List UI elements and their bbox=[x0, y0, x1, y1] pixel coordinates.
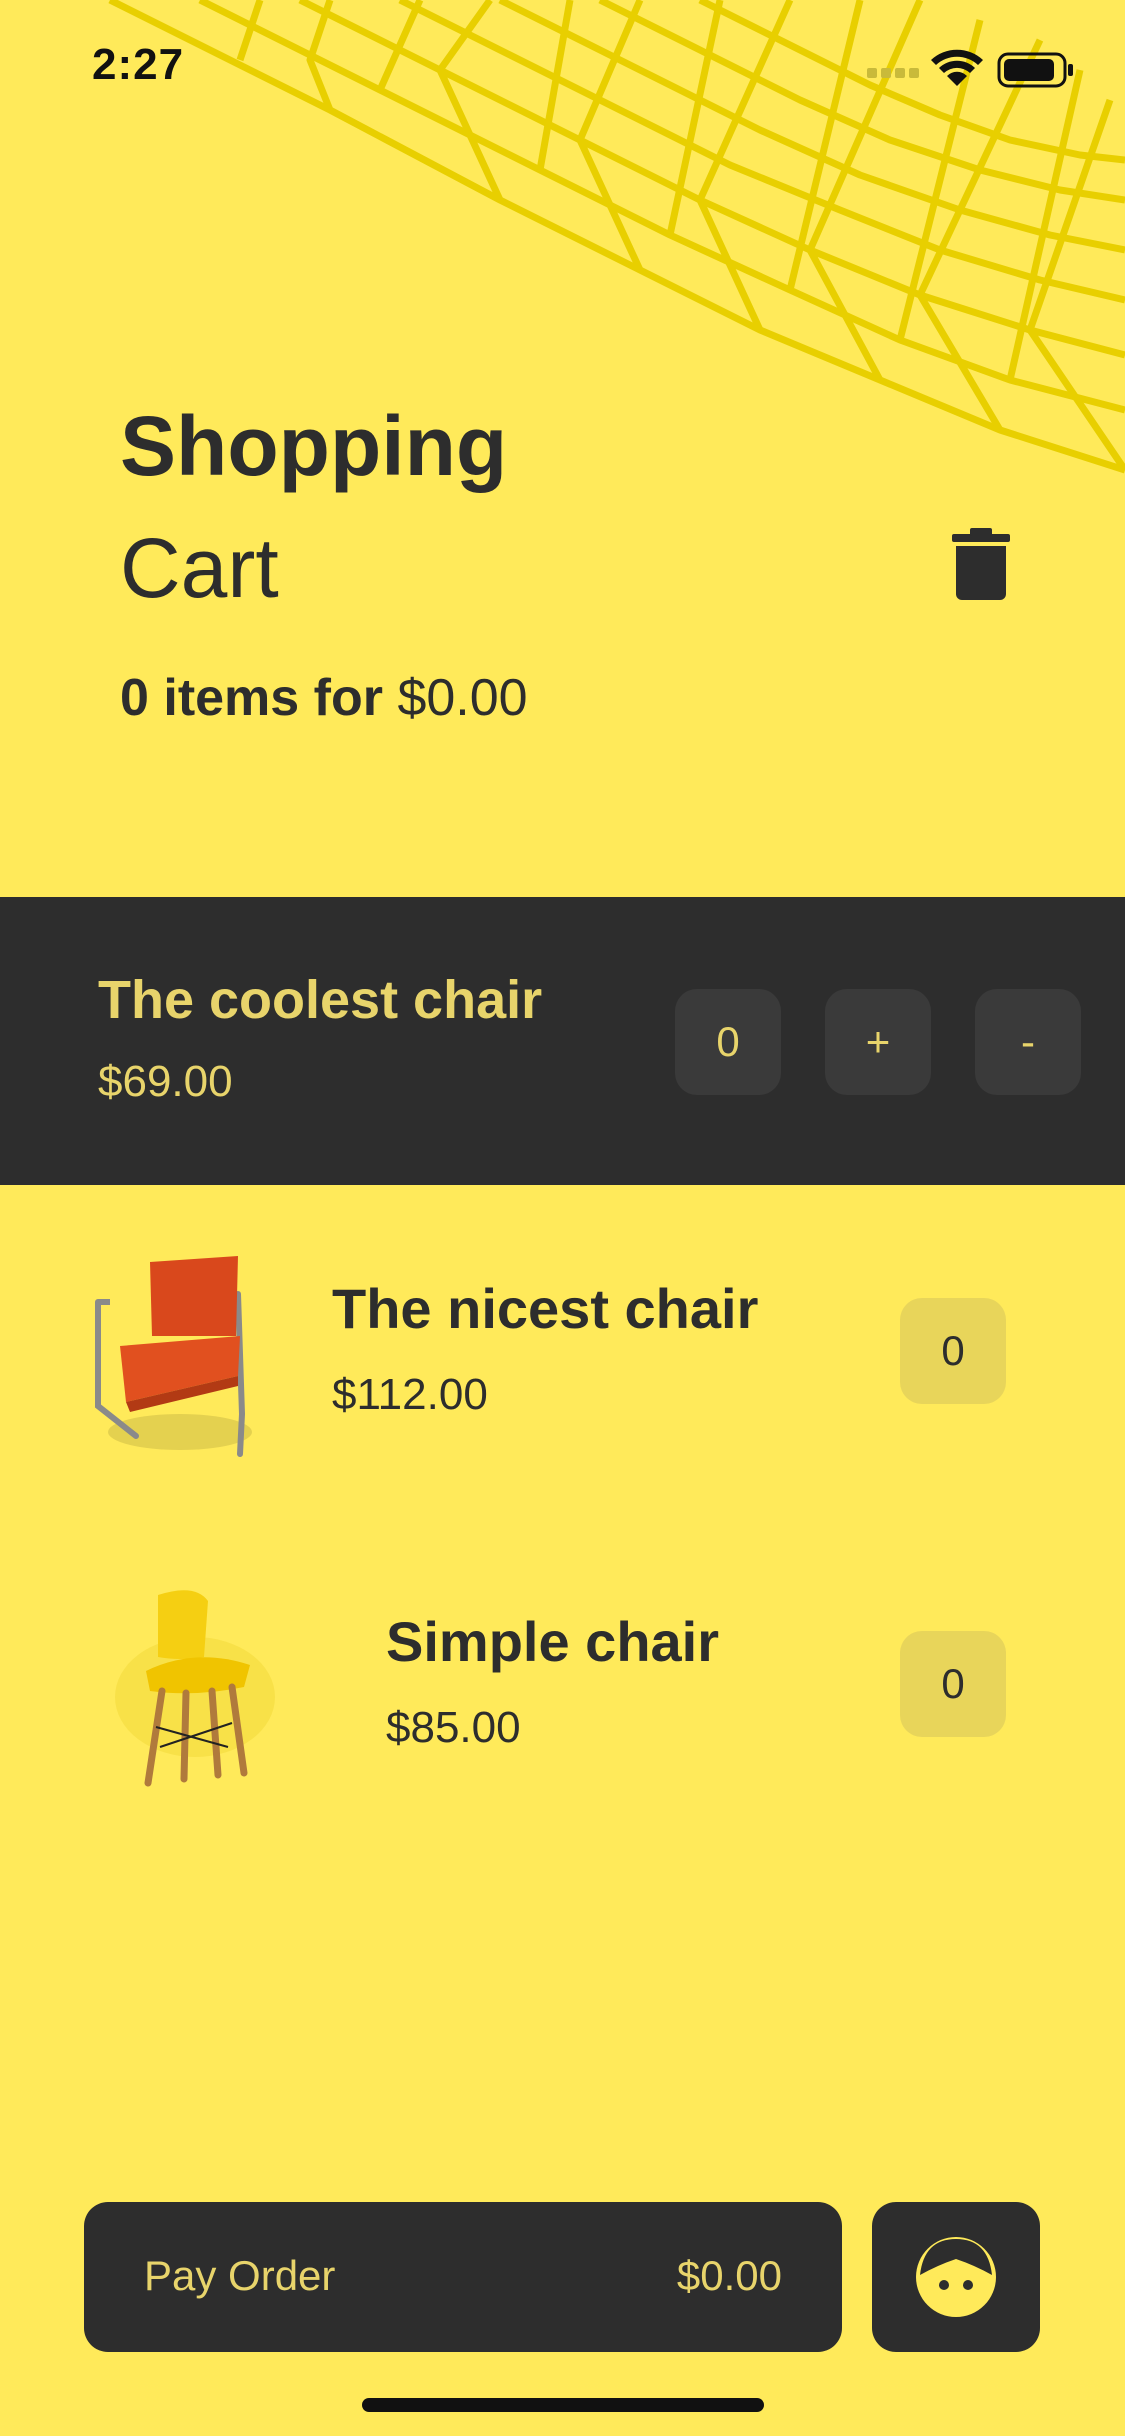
page-title-shopping: Shopping bbox=[120, 399, 508, 493]
decrement-button[interactable]: - bbox=[975, 989, 1081, 1095]
increment-button[interactable]: + bbox=[825, 989, 931, 1095]
profile-button[interactable] bbox=[872, 2202, 1040, 2352]
trash-icon[interactable] bbox=[952, 528, 1010, 600]
item-name: The coolest chair bbox=[98, 970, 543, 1030]
status-time: 2:27 bbox=[92, 40, 185, 89]
yellow-chair-image bbox=[115, 1590, 275, 1787]
battery-icon bbox=[997, 52, 1073, 88]
list-item[interactable]: The nicest chair $112.00 0 bbox=[0, 1220, 1125, 1480]
quantity-display: 0 bbox=[675, 989, 781, 1095]
item-price: $69.00 bbox=[98, 1057, 233, 1106]
list-item[interactable]: Simple chair $85.00 0 bbox=[0, 1553, 1125, 1813]
item-name: Simple chair bbox=[386, 1610, 720, 1673]
home-indicator bbox=[362, 2398, 764, 2412]
item-price: $85.00 bbox=[386, 1703, 521, 1752]
page-title-cart: Cart bbox=[120, 521, 279, 615]
quantity-badge[interactable]: 0 bbox=[900, 1631, 1006, 1737]
avatar-icon bbox=[916, 2237, 996, 2317]
item-price: $112.00 bbox=[332, 1370, 488, 1419]
wifi-icon bbox=[931, 49, 983, 86]
item-name: The nicest chair bbox=[332, 1277, 759, 1340]
cart-summary: 0 items for $0.00 bbox=[120, 668, 528, 728]
quantity-badge[interactable]: 0 bbox=[900, 1298, 1006, 1404]
status-icons bbox=[867, 49, 1073, 88]
cart-item-selected[interactable]: The coolest chair $69.00 0 + - bbox=[0, 897, 1125, 1185]
pay-order-label: Pay Order bbox=[144, 2252, 336, 2299]
cart-total: $0.00 bbox=[397, 669, 528, 727]
signal-icon bbox=[867, 68, 919, 78]
orange-chair-image bbox=[95, 1256, 252, 1457]
pay-order-button[interactable]: Pay Order $0.00 bbox=[84, 2202, 842, 2352]
pay-order-total: $0.00 bbox=[676, 2252, 782, 2299]
cart-item-count: 0 items for bbox=[120, 669, 383, 727]
